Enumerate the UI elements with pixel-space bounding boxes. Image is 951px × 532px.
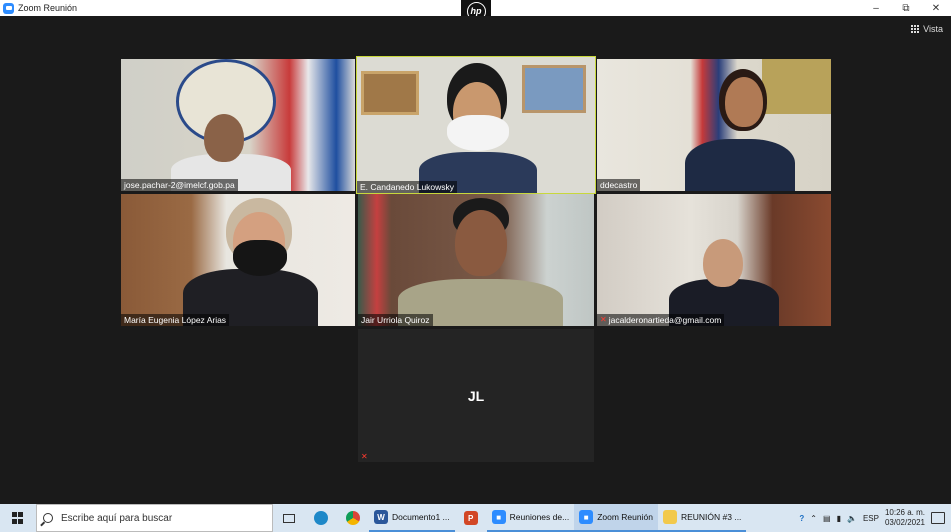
powerpoint-button[interactable]: P: [455, 504, 487, 532]
volume-icon[interactable]: 🔈: [847, 514, 857, 523]
video-tile-5[interactable]: Jair Urriola Quiroz: [358, 194, 594, 326]
taskbar-app-zoom-meetings[interactable]: ■ Reuniones de...: [486, 504, 575, 532]
person-body: [685, 139, 795, 191]
windows-taskbar: Escribe aquí para buscar W Documento1 ..…: [0, 504, 951, 532]
muted-mic-icon: ✕: [361, 452, 368, 461]
clock-date: 03/02/2021: [884, 518, 925, 527]
view-button[interactable]: Vista: [911, 24, 943, 34]
clock-time: 10:26 a. m.: [884, 508, 925, 517]
notification-icon[interactable]: [931, 512, 945, 524]
video-tile-3[interactable]: ddecastro: [597, 59, 831, 191]
language-indicator[interactable]: ESP: [863, 514, 879, 523]
participant-name-tag: jose.pachar-2@imelcf.gob.pa: [121, 179, 238, 191]
video-tile-4[interactable]: María Eugenia López Arias: [121, 194, 355, 326]
taskbar-app-word[interactable]: W Documento1 ...: [369, 504, 455, 532]
participant-name-tag: María Eugenia López Arias: [121, 314, 230, 326]
person-head: [455, 210, 507, 276]
taskbar-app-folder[interactable]: REUNIÓN #3 ...: [657, 504, 747, 532]
taskbar-search[interactable]: Escribe aquí para buscar: [36, 504, 273, 532]
help-icon[interactable]: ?: [799, 514, 804, 523]
meeting-stage: Vista jose.pachar-2@imelcf.gob.pa E. Can…: [0, 16, 951, 504]
search-placeholder: Escribe aquí para buscar: [61, 512, 173, 524]
zoom-icon: ■: [491, 510, 506, 524]
word-icon: W: [374, 510, 388, 524]
maximize-button[interactable]: ⧉: [891, 0, 921, 16]
wall-picture: [522, 65, 586, 113]
taskbar-app-zoom-reunion[interactable]: ■ Zoom Reunión: [574, 504, 658, 532]
wall-picture: [762, 59, 831, 114]
minimize-button[interactable]: –: [861, 0, 891, 16]
participant-name-tag: Jair Urriola Quiroz: [358, 314, 433, 326]
powerpoint-icon: P: [463, 511, 478, 525]
zoom-app-icon: [3, 2, 14, 14]
person-head: [725, 77, 763, 127]
folder-icon: [662, 510, 677, 524]
task-view-icon: [283, 513, 295, 523]
participant-name-tag: ✕: [358, 452, 371, 462]
wall-picture: [361, 71, 419, 115]
participant-name-tag: ddecastro: [597, 179, 641, 191]
start-button[interactable]: [0, 504, 36, 532]
close-button[interactable]: ✕: [921, 0, 951, 16]
video-tile-2[interactable]: E. Candanedo Lukowsky: [356, 56, 596, 194]
chrome-icon: [346, 511, 360, 525]
grid-view-icon: [911, 25, 920, 33]
windows-logo-icon: [12, 512, 24, 524]
video-tile-7[interactable]: JL ✕: [358, 329, 594, 462]
window-title: Zoom Reunión: [18, 3, 78, 13]
battery-icon[interactable]: ▮: [837, 514, 841, 523]
view-button-label: Vista: [923, 24, 943, 34]
video-tile-6[interactable]: ✕ jacalderonartieda@gmail.com: [597, 194, 831, 326]
network-icon[interactable]: ▤: [823, 514, 831, 523]
video-tile-1[interactable]: jose.pachar-2@imelcf.gob.pa: [121, 59, 355, 191]
person-head: [204, 114, 244, 162]
clock[interactable]: 10:26 a. m. 03/02/2021: [885, 508, 925, 528]
muted-mic-icon: ✕: [600, 315, 607, 324]
system-tray: ? ⌃ ▤ ▮ 🔈 ESP 10:26 a. m. 03/02/2021: [799, 508, 951, 528]
edge-icon: [314, 511, 328, 525]
participant-name-tag: E. Candanedo Lukowsky: [357, 181, 458, 193]
search-icon: [43, 513, 53, 523]
chrome-button[interactable]: [337, 504, 369, 532]
chevron-up-icon[interactable]: ⌃: [810, 514, 817, 523]
participant-name-tag: ✕ jacalderonartieda@gmail.com: [597, 314, 725, 326]
edge-button[interactable]: [305, 504, 337, 532]
face-mask: [447, 115, 509, 151]
participant-initials: JL: [467, 387, 485, 404]
face-mask: [233, 240, 287, 276]
person-head: [703, 239, 743, 287]
task-view-button[interactable]: [273, 504, 305, 532]
zoom-icon: ■: [579, 510, 594, 524]
